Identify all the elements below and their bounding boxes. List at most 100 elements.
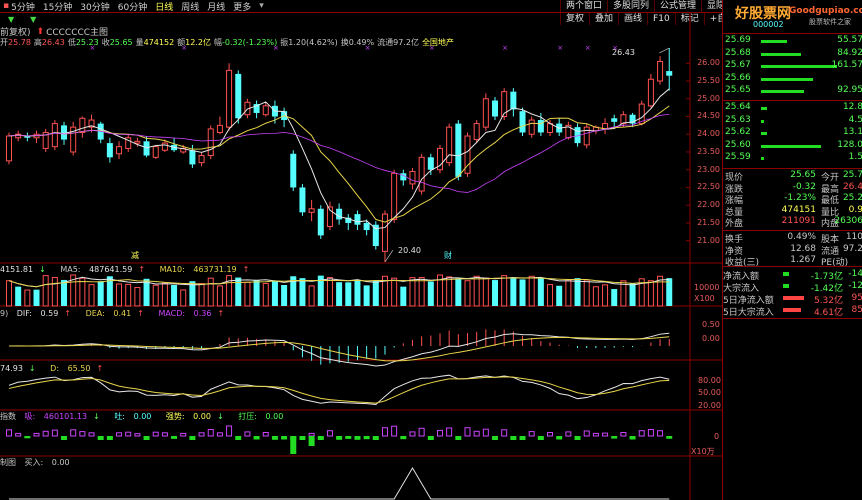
- volume-bar-up: [464, 280, 471, 307]
- fund-bar-release: [666, 436, 673, 439]
- macd-dif-arrow: ↑: [64, 309, 72, 318]
- bid-volume: 1.5: [848, 152, 862, 162]
- volume-bar-up: [79, 277, 86, 307]
- fund-bar-release: [299, 436, 306, 440]
- volume-bar-down: [33, 289, 40, 306]
- fund-bar-absorb: [592, 432, 599, 437]
- fund-bar-absorb: [620, 432, 627, 437]
- volume-bar-up: [592, 286, 599, 307]
- fund-bar-absorb: [547, 432, 554, 437]
- candle-body-down: [106, 143, 113, 158]
- fund-bar-release: [574, 436, 581, 440]
- fund-bar-release: [363, 436, 370, 440]
- fund-bar-spike: [308, 436, 315, 446]
- volume-bar-up: [501, 275, 508, 307]
- fund-bar-absorb: [70, 429, 77, 437]
- candle-body-down: [666, 71, 673, 76]
- watermark-sub: 股票软件之家: [809, 18, 851, 26]
- volume-value: 4151.81 ↓: [0, 265, 52, 274]
- signal-marker: ×: [429, 44, 435, 52]
- fund-bar-absorb: [116, 432, 123, 437]
- candle-body-up: [216, 124, 223, 133]
- fund-bar-release: [253, 436, 260, 440]
- bid-volume: 128.0: [837, 139, 862, 150]
- volume-bar-up: [547, 284, 554, 307]
- fund-bar-absorb: [207, 429, 214, 437]
- volume-bar-down: [354, 280, 361, 306]
- quote-row: 涨幅 -1.23% 最低 25.2: [723, 193, 862, 206]
- kdj-axis-20: 20.00: [698, 401, 721, 410]
- volume-bar-up: [418, 277, 425, 307]
- quote-value-2: 25.7: [842, 170, 862, 180]
- event-mark-reduce[interactable]: 减: [131, 250, 139, 261]
- watermark-url: Goodgupiao.com: [789, 6, 862, 16]
- volume-bar-up: [198, 283, 205, 307]
- fund-bar-absorb: [216, 432, 223, 437]
- macd-dif-label: DIF:: [16, 309, 32, 318]
- watermark: 好股票网 Goodgupiao.com 股票软件之家 000002: [723, 0, 862, 32]
- volume-bar-up: [24, 289, 31, 307]
- bid-volume-bar: [761, 119, 764, 123]
- fund-bar-absorb: [15, 432, 22, 437]
- flow-value-2: -12: [848, 281, 862, 291]
- volume-bar-up: [207, 277, 214, 307]
- fund-bar-release: [235, 436, 242, 440]
- fund-bar-release: [143, 436, 150, 440]
- fund-bar-release: [400, 436, 407, 440]
- event-mark-finance[interactable]: 财: [444, 250, 452, 261]
- volume-bar-up: [152, 284, 159, 307]
- vol-ma5-arrow: ↑: [138, 265, 146, 274]
- bid-price: 25.60: [725, 139, 751, 150]
- high-pointer: [659, 47, 670, 54]
- volume-bar-up: [161, 282, 168, 307]
- volume-bar-up: [602, 284, 609, 307]
- volume-bar-up: [262, 282, 269, 307]
- candle-body-down: [290, 153, 297, 188]
- fund-absorb: 吸: 460101.13 ↓: [25, 412, 106, 421]
- macd-axis-top: 0.50: [702, 320, 720, 329]
- fund-bar-release: [537, 436, 544, 440]
- candle-body-up: [647, 78, 654, 107]
- bid-volume-bar: [761, 132, 768, 135]
- fund-bar-absorb: [79, 431, 86, 437]
- fund-bar-absorb: [464, 427, 471, 437]
- bid-volume-bar: [761, 157, 764, 160]
- price-axis-label: 24.00: [697, 129, 720, 139]
- chart-area[interactable]: × × × × × × × × ×: [0, 0, 722, 500]
- fund-bar-release: [336, 436, 343, 440]
- volume-bar-up: [326, 277, 333, 307]
- fund-absorb-label: 吸:: [24, 412, 36, 421]
- bid-volume: 13.1: [842, 127, 862, 137]
- fund-bar-spike: [290, 436, 297, 454]
- quote-row: 总量 474151 量比 0.9: [723, 205, 862, 218]
- fund-bar-absorb: [226, 425, 233, 437]
- fund-absorb-value: 460101.13: [43, 412, 88, 421]
- candle-body-up: [6, 135, 12, 162]
- bid-row: 25.62 13.1: [723, 127, 862, 139]
- fund-axis-unit: X10万: [691, 447, 715, 456]
- flow-value-2: 95: [851, 293, 862, 303]
- flow-bar: [783, 308, 802, 312]
- candle-body-down: [235, 73, 242, 119]
- flow-row: 5日大宗流入 4.61亿 85: [723, 305, 862, 318]
- fund-bar-absorb: [409, 431, 416, 437]
- volume-bar-up: [216, 285, 223, 307]
- fund-absorb-arrow: ↓: [93, 412, 100, 421]
- bid-price: 25.62: [725, 127, 751, 137]
- fund-strong-arrow: ↓: [216, 412, 224, 421]
- flow-row: 净流入额 -1.73亿 -14: [723, 269, 862, 282]
- bid-volume: 4.5: [848, 114, 862, 125]
- volume-value-num: 4151.81: [0, 265, 34, 274]
- volume-bar-up: [226, 275, 233, 307]
- volume-bar-down: [171, 284, 178, 306]
- fund-bar-release: [317, 436, 324, 440]
- fund-bar-absorb: [418, 427, 425, 437]
- fund-bar-absorb: [528, 431, 535, 437]
- candle-body-up: [207, 128, 214, 157]
- fund-bar-absorb: [161, 432, 168, 437]
- volume-bar-up: [473, 275, 480, 307]
- fund-suppress: 打压: 0.00: [238, 412, 289, 421]
- quote-row: 净资 12.68 流通 97.2: [723, 244, 862, 257]
- macd-dea-value: 0.41: [113, 309, 132, 318]
- fund-bar-absorb: [391, 425, 398, 437]
